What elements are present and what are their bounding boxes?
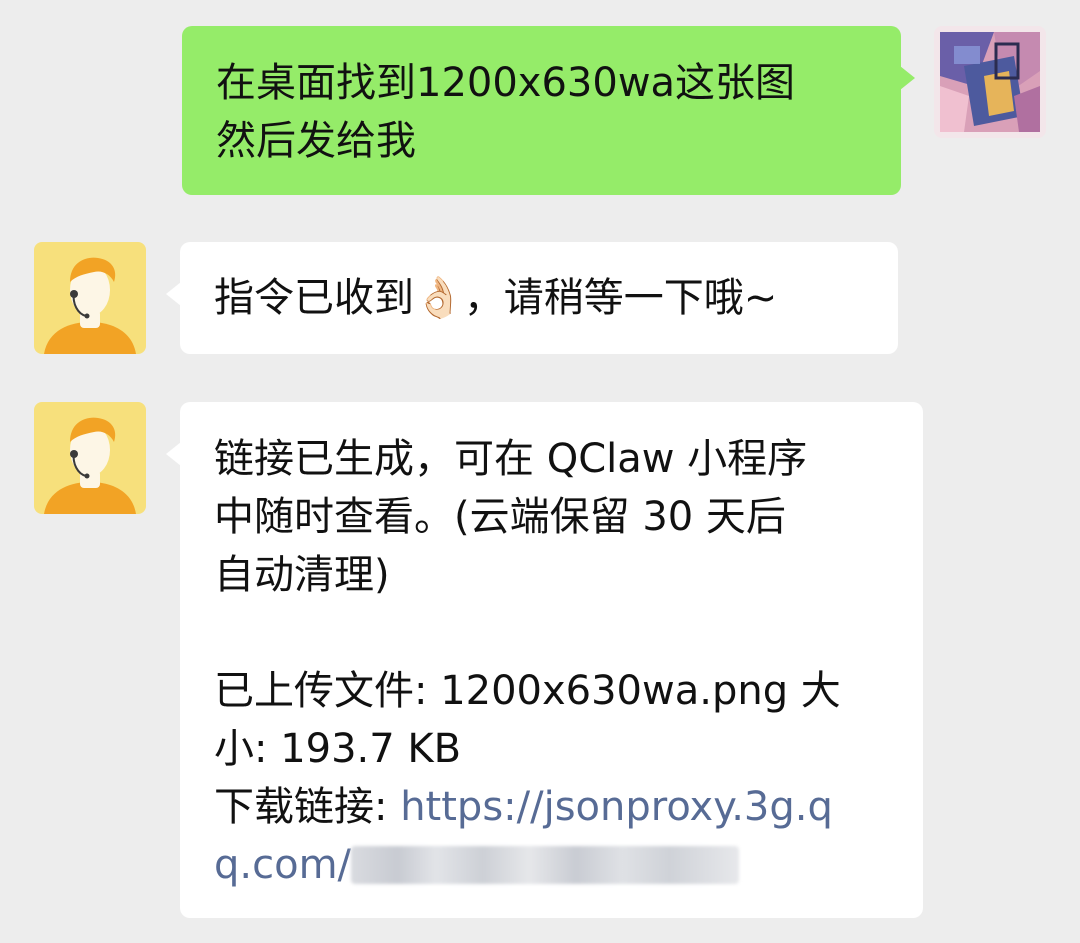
message-line: 小: 193.7 KB <box>214 726 462 772</box>
message-text: 指令已收到 <box>214 275 414 321</box>
received-message-bubble[interactable]: 指令已收到👌🏻，请稍等一下哦~ <box>166 242 898 354</box>
download-line: 下载链接: https://jsonproxy.3g.q <box>214 778 889 836</box>
download-link-continued[interactable]: q.com/ <box>214 842 351 888</box>
chat-area: 在桌面找到1200x630wa这张图 然后发给我 指令已收到👌🏻，请稍等一下哦~… <box>0 0 1080 943</box>
message-line: 中随时查看。(云端保留 30 天后 <box>214 494 786 540</box>
message-line: 然后发给我 <box>216 118 416 164</box>
message-line: 在桌面找到1200x630wa这张图 <box>216 60 796 106</box>
message-line <box>214 604 889 662</box>
message-line: 链接已生成，可在 QClaw 小程序 <box>214 436 808 482</box>
self-avatar[interactable] <box>934 26 1046 138</box>
download-line-continued: q.com/ <box>214 836 889 894</box>
message-text: ，请稍等一下哦~ <box>463 275 778 321</box>
abstract-photo-icon <box>934 26 1046 138</box>
bot-avatar[interactable] <box>34 242 146 354</box>
ok-hand-emoji-icon: 👌🏻 <box>414 275 464 321</box>
message-line: 已上传文件: 1200x630wa.png 大 <box>214 668 841 714</box>
sent-message-bubble[interactable]: 在桌面找到1200x630wa这张图 然后发给我 <box>182 26 915 195</box>
download-link[interactable]: https://jsonproxy.3g.q <box>400 784 833 830</box>
support-agent-icon <box>34 402 146 514</box>
redacted-link-blur <box>351 846 740 884</box>
bot-avatar[interactable] <box>34 402 146 514</box>
download-label: 下载链接: <box>214 784 401 830</box>
message-line: 自动清理) <box>214 552 390 598</box>
received-message-bubble[interactable]: 链接已生成，可在 QClaw 小程序 中随时查看。(云端保留 30 天后 自动清… <box>166 402 923 918</box>
support-agent-icon <box>34 242 146 354</box>
